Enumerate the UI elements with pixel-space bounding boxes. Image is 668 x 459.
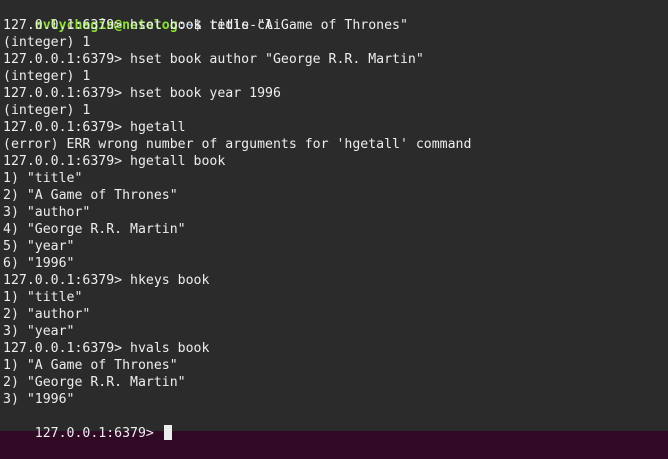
terminal-output-line: 1) "A Game of Thrones" [3, 358, 178, 373]
terminal-output-line: 3) "1996" [3, 392, 75, 407]
redis-prompt: 127.0.0.1:6379> [34, 426, 162, 441]
terminal-output-line: 1) "title" [3, 290, 83, 305]
terminal-output-line: 3) "author" [3, 205, 91, 220]
terminal-window[interactable]: nvlychagin@netolog:~$ redis-cli 127.0.0.… [0, 0, 668, 441]
terminal-output-line: 6) "1996" [3, 256, 75, 271]
terminal-output-line: 127.0.0.1:6379> hset book title "A Game … [3, 18, 408, 33]
terminal-output-line: 127.0.0.1:6379> hgetall book [3, 154, 226, 169]
terminal-output-line: 2) "A Game of Thrones" [3, 188, 178, 203]
terminal-output-line: 127.0.0.1:6379> hgetall [3, 120, 186, 135]
terminal-output-line: (error) ERR wrong number of arguments fo… [3, 137, 472, 152]
terminal-output-line: 127.0.0.1:6379> hkeys book [3, 273, 210, 288]
shell-prompt-line: nvlychagin@netolog:~$ redis-cli [3, 0, 668, 33]
terminal-output-line: (integer) 1 [3, 35, 91, 50]
terminal-output-line: 127.0.0.1:6379> hset book author "George… [3, 52, 424, 67]
terminal-output-line: 2) "author" [3, 307, 91, 322]
terminal-output-line: (integer) 1 [3, 103, 91, 118]
terminal-output-line: 127.0.0.1:6379> hset book year 1996 [3, 86, 281, 101]
text-cursor[interactable] [163, 425, 172, 440]
terminal-output-line: 3) "year" [3, 324, 75, 339]
terminal-output-line: 4) "George R.R. Martin" [3, 222, 186, 237]
terminal-input-line[interactable]: 127.0.0.1:6379> [3, 408, 668, 441]
terminal-output-line: 2) "George R.R. Martin" [3, 375, 186, 390]
terminal-output-line: (integer) 1 [3, 69, 91, 84]
terminal-output-line: 127.0.0.1:6379> hvals book [3, 341, 210, 356]
terminal-output-line: 1) "title" [3, 171, 83, 186]
terminal-output-line: 5) "year" [3, 239, 75, 254]
